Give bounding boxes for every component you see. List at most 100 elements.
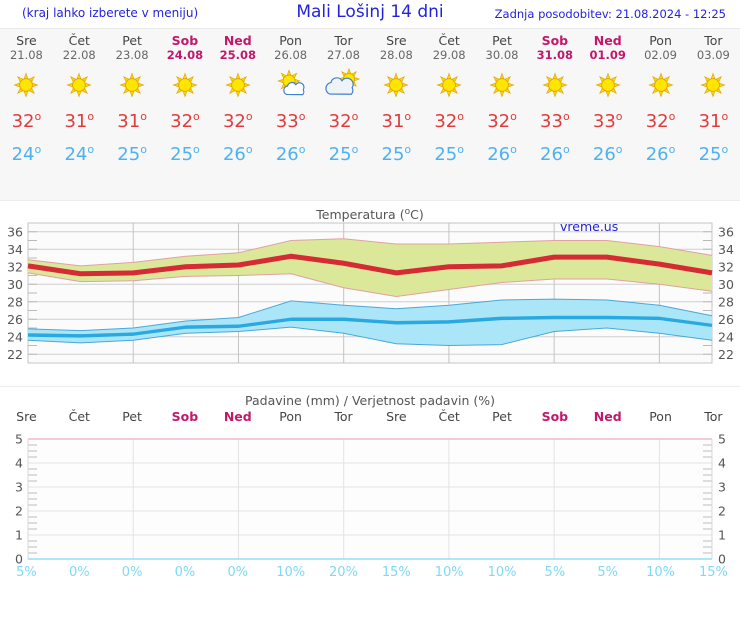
day-name: Ned (593, 409, 622, 424)
tmax-value: 32o (328, 110, 359, 132)
day-date: 03.09 (696, 48, 730, 62)
day-header-11: Ned 01.09 (581, 33, 634, 62)
day-header-4: Ned 25.08 (211, 33, 264, 62)
tmin-value: 25o (170, 143, 200, 165)
tmax-value: 32o (434, 110, 464, 132)
sun-icon (634, 68, 687, 102)
precip-day-header-0: Sre (0, 409, 53, 424)
weather-icon-cell-10 (528, 68, 581, 102)
day-name: Sre (386, 33, 407, 48)
tmax-value: 31o (64, 110, 95, 132)
weather-icon-cell-5 (264, 68, 317, 102)
precip-probability-value: 5% (597, 565, 619, 580)
day-name: Pon (279, 33, 302, 48)
svg-text:32: 32 (7, 259, 23, 274)
day-header-12: Pon 02.09 (634, 33, 687, 62)
temperature-chart-svg: 36 36 34 34 32 32 30 30 28 28 26 26 24 24 22 22 vreme.us (7, 219, 734, 364)
sun-icon (476, 68, 529, 102)
tmax-value: 31o (117, 110, 147, 132)
tmax-value: 33o (592, 110, 623, 132)
svg-text:34: 34 (7, 242, 23, 257)
weather-icon-cell-6 (317, 68, 370, 102)
weather-icon-cell-3 (159, 68, 212, 102)
precip-day-header-5: Pon (264, 409, 317, 424)
day-name: Čet (68, 33, 90, 48)
precipitation-percent-row: 5% 0% 0% 0% 0% 10% 20% 15% 10% 10% 5% 5% 10% 15% (0, 565, 740, 580)
day-date: 01.09 (589, 48, 626, 62)
day-date: 02.09 (644, 48, 678, 62)
weather-icon-cell-8 (423, 68, 476, 102)
svg-text:1: 1 (15, 528, 23, 543)
day-name: Sob (541, 33, 569, 48)
svg-text:26: 26 (718, 312, 734, 327)
day-tmin-row: 24o 24o 25o 25o 26o 26o 25o 25o 25o 26o 26o 26o 26o 2… (0, 137, 740, 168)
svg-text:30: 30 (718, 277, 734, 292)
sun-icon (687, 68, 740, 102)
tmin-value: 24o (64, 143, 95, 165)
sun-icon (159, 68, 212, 102)
precip-probability-value: 20% (329, 565, 358, 580)
svg-text:2: 2 (15, 504, 23, 519)
sun-icon (581, 68, 634, 102)
day-name: Pet (122, 33, 142, 48)
day-header-13: Tor 03.09 (687, 33, 740, 62)
day-date: 25.08 (219, 48, 256, 62)
svg-text:22: 22 (718, 347, 734, 362)
day-name: Pet (122, 409, 142, 424)
svg-text:28: 28 (7, 294, 23, 309)
sun-small-cloud-icon (264, 68, 317, 102)
precip-day-header-10: Sob (528, 409, 581, 424)
day-header-2: Pet 23.08 (106, 33, 159, 62)
precip-day-header-3: Sob (159, 409, 212, 424)
svg-text:32: 32 (718, 259, 734, 274)
precip-day-header-11: Ned (581, 409, 634, 424)
precip-probability-value: 15% (698, 565, 728, 580)
tmin-value: 25o (381, 143, 412, 165)
precip-day-header-4: Ned (211, 409, 264, 424)
precip-probability-value: 10% (434, 565, 464, 580)
tmax-value: 31o (381, 110, 412, 132)
day-date: 27.08 (327, 48, 360, 62)
day-name: Ned (593, 33, 622, 48)
svg-text:34: 34 (718, 242, 734, 257)
precip-day-header-6: Tor (317, 409, 370, 424)
svg-text:28: 28 (718, 294, 734, 309)
tmin-value: 25o (698, 143, 729, 165)
tmin-value: 25o (117, 143, 147, 165)
precip-day-header-9: Pet (476, 409, 529, 424)
svg-text:2: 2 (718, 504, 726, 519)
svg-text:26: 26 (7, 312, 23, 327)
precip-probability-value: 15% (381, 565, 411, 580)
day-date: 29.08 (432, 48, 466, 62)
day-name: Pet (492, 409, 512, 424)
tmin-value: 25o (434, 143, 464, 165)
day-header-3: Sob 24.08 (159, 33, 212, 62)
header-bar: (kraj lahko izberete v meniju) Mali Loši… (0, 0, 740, 29)
day-name: Ned (223, 409, 252, 424)
tmax-value: 32o (11, 110, 42, 132)
tmin-value: 26o (540, 143, 570, 165)
weather-icon-cell-7 (370, 68, 423, 102)
day-name: Sre (16, 33, 37, 48)
tmin-value: 26o (275, 143, 306, 165)
tmax-value: 32o (222, 110, 253, 132)
precip-day-header-8: Čet (423, 409, 476, 424)
precip-day-header-13: Tor (687, 409, 740, 424)
day-name: Sre (16, 409, 37, 424)
tmax-value: 33o (540, 110, 570, 132)
weather-icon-cell-12 (634, 68, 687, 102)
last-updated-text: Zadnja posodobitev: 21.08.2024 - 12:25 (494, 7, 726, 21)
day-name: Sob (171, 33, 199, 48)
day-name: Pet (492, 33, 512, 48)
day-name: Tor (704, 409, 723, 424)
sun-icon (370, 68, 423, 102)
day-name: Pon (649, 409, 672, 424)
temperature-chart-panel: Temperatura (oC) 36 36 34 34 32 32 30 30 28 28 26 2… (0, 201, 740, 386)
precipitation-day-row: Sre Čet Pet Sob Ned Pon Tor Sre Čet Pet Sob Ned Pon T… (0, 409, 740, 424)
sun-icon (528, 68, 581, 102)
day-icon-row (0, 68, 740, 102)
precip-day-header-2: Pet (106, 409, 159, 424)
day-date: 21.08 (9, 48, 43, 62)
tmax-value: 32o (487, 110, 517, 132)
svg-text:3: 3 (15, 480, 23, 495)
